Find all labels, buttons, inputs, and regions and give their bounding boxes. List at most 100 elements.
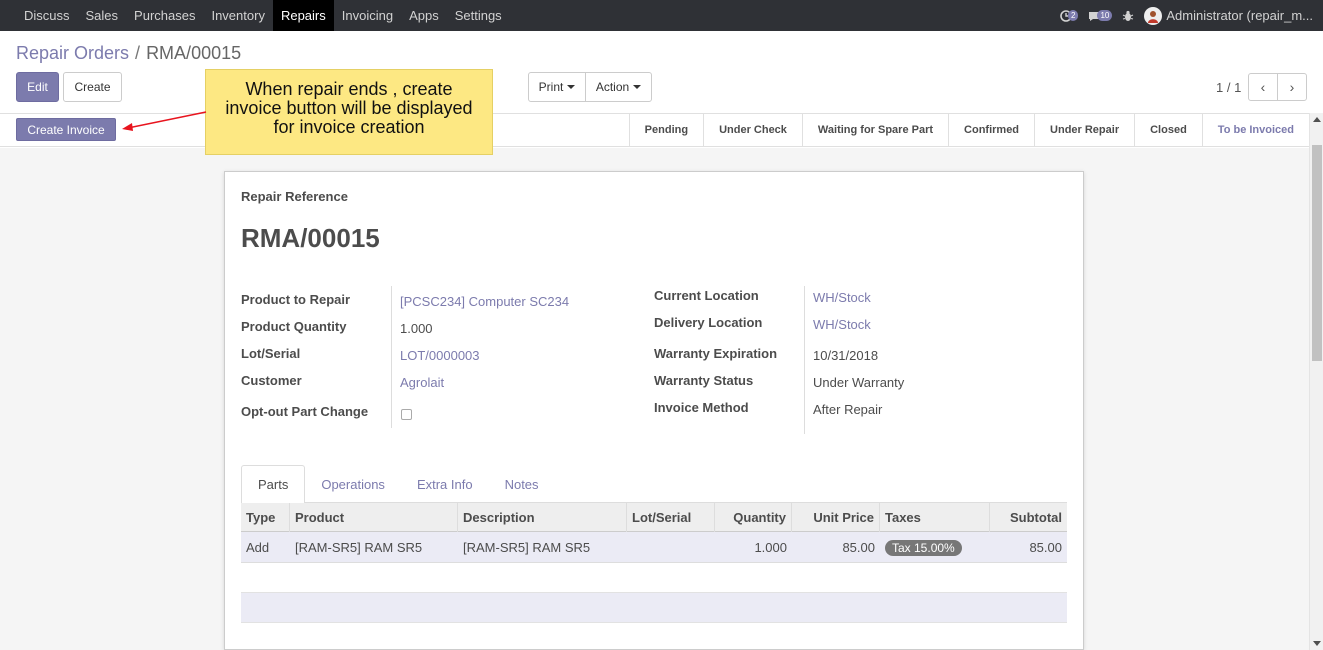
activity-badge: 2 xyxy=(1067,10,1079,21)
stage-confirmed[interactable]: Confirmed xyxy=(948,114,1034,146)
vertical-scrollbar[interactable] xyxy=(1309,113,1323,650)
cell-unit-price: 85.00 xyxy=(842,540,875,555)
messages-badge: 10 xyxy=(1097,10,1113,21)
customer-label: Customer xyxy=(241,373,302,388)
warranty-status-label: Warranty Status xyxy=(654,373,754,388)
stage-under-repair[interactable]: Under Repair xyxy=(1034,114,1134,146)
cell-subtotal: 85.00 xyxy=(1029,540,1062,555)
stage-to-be-invoiced[interactable]: To be Invoiced xyxy=(1201,114,1309,146)
current-location-link[interactable]: WH/Stock xyxy=(813,290,871,305)
breadcrumb: Repair Orders / RMA/00015 xyxy=(16,43,241,64)
stage-pending[interactable]: Pending xyxy=(628,114,703,146)
cell-quantity: 1.000 xyxy=(754,540,787,555)
cell-product: [RAM-SR5] RAM SR5 xyxy=(295,540,423,555)
record-name: RMA/00015 xyxy=(241,223,380,253)
user-menu[interactable]: Administrator (repair_m... xyxy=(1144,6,1313,25)
stage-under-check[interactable]: Under Check xyxy=(703,114,802,146)
column-product[interactable]: Product xyxy=(290,503,458,532)
action-dropdown[interactable]: Action xyxy=(585,72,652,102)
annotation-callout: When repair ends , create invoice button… xyxy=(205,69,493,155)
chevron-left-icon: ‹ xyxy=(1260,79,1266,95)
tab-parts[interactable]: Parts xyxy=(241,465,306,504)
scroll-up-icon[interactable] xyxy=(1313,117,1321,122)
empty-row xyxy=(241,593,1067,623)
menu-discuss[interactable]: Discuss xyxy=(16,0,78,31)
top-navbar: Discuss Sales Purchases Inventory Repair… xyxy=(0,0,1323,31)
callout-line-3: for invoice creation xyxy=(273,117,425,137)
activity-icon[interactable]: 2 xyxy=(1060,9,1079,22)
menu-inventory[interactable]: Inventory xyxy=(203,0,272,31)
menu-repairs[interactable]: Repairs xyxy=(272,0,334,31)
product-to-repair-link[interactable]: [PCSC234] Computer SC234 xyxy=(400,294,569,309)
warranty-status-value: Under Warranty xyxy=(813,375,905,390)
field-separator xyxy=(391,286,392,428)
breadcrumb-parent[interactable]: Repair Orders xyxy=(16,43,129,64)
cell-description: [RAM-SR5] RAM SR5 xyxy=(463,540,591,555)
scroll-thumb[interactable] xyxy=(1312,145,1322,361)
column-taxes[interactable]: Taxes xyxy=(880,503,990,532)
tab-operations[interactable]: Operations xyxy=(305,465,401,503)
invoice-method-label: Invoice Method xyxy=(654,400,749,415)
product-to-repair-label: Product to Repair xyxy=(241,292,351,307)
pager-previous-button[interactable]: ‹ xyxy=(1248,73,1278,101)
tab-notes[interactable]: Notes xyxy=(489,465,555,503)
form-sheet: Repair Reference RMA/00015 Product to Re… xyxy=(224,171,1084,650)
warranty-expiration-value: 10/31/2018 xyxy=(813,348,879,363)
optout-checkbox[interactable] xyxy=(401,409,412,420)
callout-line-2: invoice button will be displayed xyxy=(225,98,473,118)
menu-settings[interactable]: Settings xyxy=(447,0,510,31)
parts-table: Type Product Description Lot/Serial Quan… xyxy=(241,503,1067,650)
cell-lot-serial xyxy=(627,532,715,563)
column-quantity[interactable]: Quantity xyxy=(715,503,792,532)
delivery-location-link[interactable]: WH/Stock xyxy=(813,317,871,332)
lot-serial-label: Lot/Serial xyxy=(241,346,301,361)
empty-row xyxy=(241,623,1067,650)
print-label: Print xyxy=(538,80,564,94)
tab-extra-info[interactable]: Extra Info xyxy=(401,465,489,503)
create-button[interactable]: Create xyxy=(63,72,122,102)
product-quantity-label: Product Quantity xyxy=(241,319,347,334)
pager-value[interactable]: 1 / 1 xyxy=(1216,80,1241,95)
menu-sales[interactable]: Sales xyxy=(78,0,127,31)
annotation-arrow-icon xyxy=(122,111,207,131)
optout-label: Opt-out Part Change xyxy=(241,404,369,419)
column-description[interactable]: Description xyxy=(458,503,627,532)
column-type[interactable]: Type xyxy=(241,503,290,532)
avatar xyxy=(1144,6,1163,25)
callout-line-1: When repair ends , create xyxy=(245,79,453,99)
empty-row xyxy=(241,563,1067,593)
notebook-tabs: Parts Operations Extra Info Notes xyxy=(241,465,1067,504)
stage-waiting-spare-part[interactable]: Waiting for Spare Part xyxy=(801,114,948,146)
systray: 2 10 Administrator (repair_m... xyxy=(1060,0,1313,31)
statusbar: Pending Under Check Waiting for Spare Pa… xyxy=(628,114,1309,146)
menu-invoicing[interactable]: Invoicing xyxy=(334,0,401,31)
table-row[interactable]: Add [RAM-SR5] RAM SR5 [RAM-SR5] RAM SR5 … xyxy=(241,532,1067,563)
column-lot-serial[interactable]: Lot/Serial xyxy=(627,503,715,532)
chevron-right-icon: › xyxy=(1289,79,1295,95)
menu-purchases[interactable]: Purchases xyxy=(126,0,203,31)
pager-next-button[interactable]: › xyxy=(1277,73,1307,101)
customer-link[interactable]: Agrolait xyxy=(400,375,444,390)
debug-bug-icon[interactable] xyxy=(1122,10,1134,22)
create-invoice-button[interactable]: Create Invoice xyxy=(16,118,116,141)
field-separator xyxy=(804,286,805,434)
cell-taxes: Tax 15.00% xyxy=(880,532,990,563)
action-label: Action xyxy=(595,80,630,94)
scroll-down-icon[interactable] xyxy=(1313,641,1321,646)
warranty-expiration-label: Warranty Expiration xyxy=(654,346,778,361)
column-unit-price[interactable]: Unit Price xyxy=(792,503,880,532)
edit-button[interactable]: Edit xyxy=(16,72,59,102)
menu-apps[interactable]: Apps xyxy=(401,0,447,31)
cell-type: Add xyxy=(246,540,270,555)
lot-serial-link[interactable]: LOT/0000003 xyxy=(400,348,480,363)
repair-reference-label: Repair Reference xyxy=(241,189,348,204)
tax-badge: Tax 15.00% xyxy=(885,539,962,556)
invoice-method-value: After Repair xyxy=(813,402,883,417)
stage-closed[interactable]: Closed xyxy=(1134,114,1202,146)
column-subtotal[interactable]: Subtotal xyxy=(990,503,1067,532)
current-location-label: Current Location xyxy=(654,288,759,303)
app-menu: Discuss Sales Purchases Inventory Repair… xyxy=(0,0,510,31)
user-name: Administrator (repair_m... xyxy=(1166,8,1313,23)
messages-icon[interactable]: 10 xyxy=(1088,10,1113,22)
print-dropdown[interactable]: Print xyxy=(528,72,586,102)
